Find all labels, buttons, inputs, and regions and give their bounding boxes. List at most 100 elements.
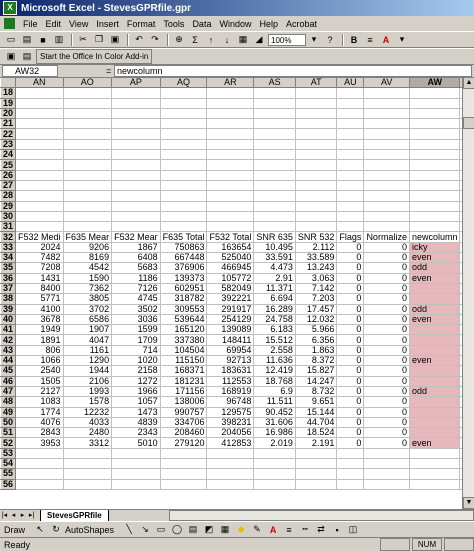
cell[interactable]: 3678: [15, 313, 64, 326]
cell[interactable]: [408, 169, 461, 181]
cell[interactable]: [363, 190, 410, 202]
cell[interactable]: 16.986: [253, 427, 296, 439]
cell[interactable]: [253, 190, 296, 202]
cell[interactable]: 2.91: [253, 272, 296, 284]
cell[interactable]: [62, 447, 113, 459]
cell[interactable]: 9.651: [294, 396, 338, 408]
prev-sheet-icon[interactable]: ◂: [9, 511, 18, 521]
cell[interactable]: [159, 210, 208, 223]
cell[interactable]: [408, 324, 461, 336]
first-sheet-icon[interactable]: |◂: [0, 511, 9, 521]
cell[interactable]: [159, 190, 208, 202]
cell[interactable]: [253, 138, 296, 151]
cell[interactable]: [408, 179, 461, 192]
cell[interactable]: [363, 447, 410, 459]
menu-edit[interactable]: Edit: [42, 19, 66, 29]
cell[interactable]: odd: [408, 385, 461, 398]
cell[interactable]: F532 Mear: [111, 231, 161, 243]
row-header[interactable]: 43: [0, 344, 17, 357]
cell[interactable]: [206, 447, 255, 459]
cell[interactable]: [294, 478, 338, 490]
cell[interactable]: [253, 457, 296, 470]
menu-file[interactable]: File: [19, 19, 42, 29]
cell[interactable]: 1020: [111, 355, 161, 367]
cell[interactable]: [15, 87, 64, 99]
cell[interactable]: [62, 221, 113, 233]
cell[interactable]: newcolumn: [408, 231, 461, 243]
cell[interactable]: 750863: [159, 241, 208, 254]
cell[interactable]: [62, 97, 113, 109]
cell[interactable]: [206, 457, 255, 470]
cell[interactable]: 183631: [206, 365, 255, 377]
dash-style-icon[interactable]: ┅: [298, 523, 312, 536]
cell[interactable]: 1949: [15, 324, 64, 336]
cell[interactable]: 181231: [159, 375, 208, 387]
cell[interactable]: [111, 169, 161, 181]
cell[interactable]: [253, 447, 296, 459]
cell[interactable]: 1944: [62, 365, 113, 377]
cell[interactable]: [408, 159, 461, 171]
cell[interactable]: [294, 200, 338, 212]
cell[interactable]: [253, 118, 296, 130]
cell[interactable]: [111, 190, 161, 202]
cell[interactable]: [336, 468, 365, 480]
drawing-icon[interactable]: ◢: [252, 33, 266, 46]
cell[interactable]: [294, 190, 338, 202]
cell[interactable]: [408, 293, 461, 305]
cell[interactable]: [408, 221, 461, 233]
cell[interactable]: 2343: [111, 427, 161, 439]
cell[interactable]: 2024: [15, 241, 64, 254]
cell[interactable]: [159, 179, 208, 192]
cell[interactable]: [408, 416, 461, 429]
cell[interactable]: [336, 107, 365, 120]
cell[interactable]: 1709: [111, 334, 161, 346]
cell[interactable]: [206, 159, 255, 171]
cell[interactable]: [363, 118, 410, 130]
cell[interactable]: [363, 128, 410, 140]
cell[interactable]: 33.589: [294, 252, 338, 264]
arrow-icon[interactable]: ↘: [138, 523, 152, 536]
cell[interactable]: 1993: [62, 385, 113, 398]
row-header[interactable]: 48: [0, 396, 17, 408]
row-header[interactable]: 35: [0, 262, 17, 274]
cell[interactable]: [159, 169, 208, 181]
cell[interactable]: 3953: [15, 437, 64, 449]
cell[interactable]: 0: [336, 252, 365, 264]
cell[interactable]: 0: [336, 396, 365, 408]
cell[interactable]: 291917: [206, 303, 255, 315]
cell[interactable]: 92713: [206, 355, 255, 367]
cell[interactable]: [408, 478, 461, 490]
draw-menu[interactable]: Draw: [4, 525, 25, 535]
cell[interactable]: icky: [408, 241, 461, 254]
cell[interactable]: 1083: [15, 396, 64, 408]
cell[interactable]: 14.247: [294, 375, 338, 387]
cell[interactable]: 163654: [206, 241, 255, 254]
print-icon[interactable]: ▥: [52, 33, 66, 46]
cell[interactable]: [294, 97, 338, 109]
column-header[interactable]: AR: [206, 77, 255, 89]
column-header[interactable]: AU: [336, 77, 365, 89]
chevron-down-icon[interactable]: ▾: [307, 33, 321, 46]
cell[interactable]: [253, 179, 296, 192]
cell[interactable]: [336, 190, 365, 202]
row-header[interactable]: 53: [0, 447, 17, 459]
cell[interactable]: 4033: [62, 416, 113, 429]
cell[interactable]: 4047: [62, 334, 113, 346]
column-header[interactable]: AW: [408, 77, 461, 89]
cell[interactable]: 714: [111, 344, 161, 357]
paste-icon[interactable]: ▣: [108, 33, 122, 46]
cell[interactable]: [336, 457, 365, 470]
line-color-icon[interactable]: ✎: [250, 523, 264, 536]
cell[interactable]: 0: [363, 385, 410, 398]
menu-window[interactable]: Window: [215, 19, 255, 29]
cell[interactable]: [363, 179, 410, 192]
cell[interactable]: 466945: [206, 262, 255, 274]
cell[interactable]: 7.203: [294, 293, 338, 305]
cell[interactable]: [62, 179, 113, 192]
cell[interactable]: [363, 97, 410, 109]
cell[interactable]: [15, 210, 64, 223]
cell[interactable]: 3702: [62, 303, 113, 315]
cell[interactable]: [111, 118, 161, 130]
sheet-tab[interactable]: StevesGPRfile: [40, 509, 109, 522]
cell[interactable]: 6.694: [253, 293, 296, 305]
